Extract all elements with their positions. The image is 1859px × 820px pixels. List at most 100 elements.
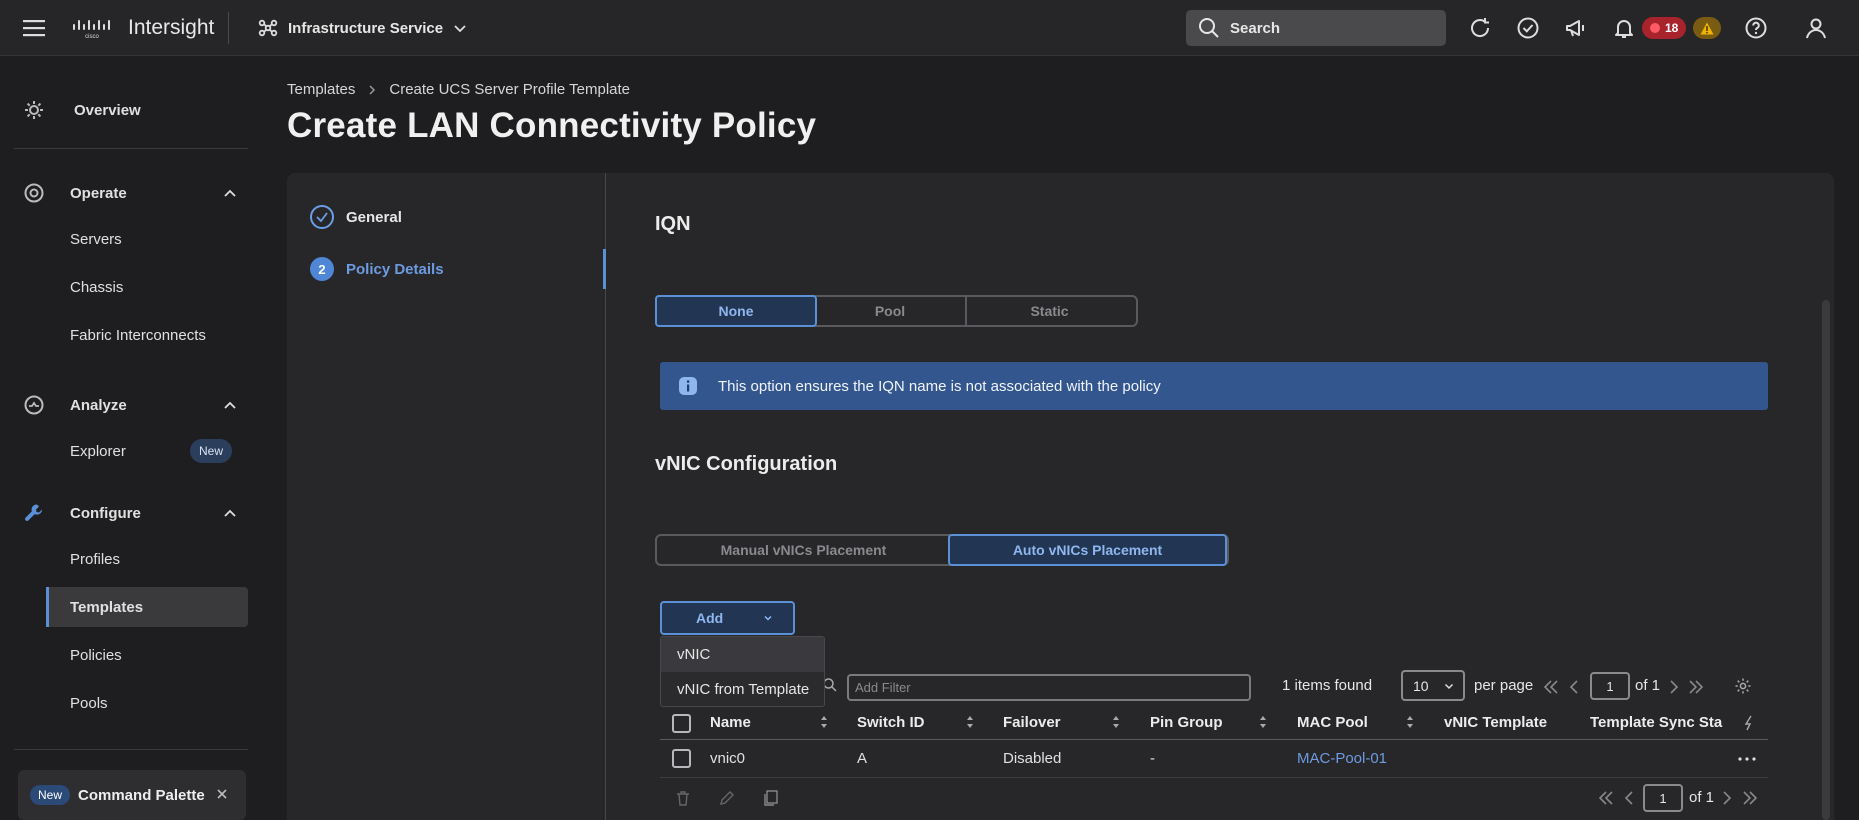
divider bbox=[14, 749, 248, 750]
sort-icon[interactable] bbox=[1259, 715, 1267, 729]
sidebar-section-configure[interactable]: Configure bbox=[0, 499, 262, 527]
sidebar-item-chassis[interactable]: Chassis bbox=[0, 275, 262, 299]
menu-item-vnic[interactable]: vNIC bbox=[661, 637, 824, 672]
sidebar-item-pools[interactable]: Pools bbox=[0, 691, 262, 715]
footer-page-input[interactable]: 1 bbox=[1643, 784, 1683, 812]
sort-icon[interactable] bbox=[820, 715, 828, 729]
sidebar-item-policies[interactable]: Policies bbox=[0, 643, 262, 667]
placement-option-auto[interactable]: Auto vNICs Placement bbox=[948, 534, 1227, 566]
next-page-icon[interactable] bbox=[1718, 789, 1736, 807]
announcement-icon[interactable] bbox=[1564, 16, 1588, 40]
select-all-checkbox[interactable] bbox=[672, 714, 691, 733]
next-page-icon[interactable] bbox=[1665, 678, 1683, 696]
step-label: Policy Details bbox=[346, 260, 444, 278]
sidebar-label: Configure bbox=[70, 504, 141, 522]
step-general[interactable]: General bbox=[310, 205, 402, 229]
critical-alarms-badge[interactable]: 18 bbox=[1642, 17, 1687, 39]
sidebar-section-analyze[interactable]: Analyze bbox=[0, 391, 262, 419]
search-input[interactable]: Search bbox=[1186, 10, 1446, 46]
column-header-failover[interactable]: Failover bbox=[1003, 714, 1061, 731]
sidebar-item-explorer[interactable]: Explorer New bbox=[0, 439, 262, 463]
svg-text:cisco: cisco bbox=[85, 34, 99, 40]
menu-item-vnic-from-template[interactable]: vNIC from Template bbox=[661, 672, 824, 707]
sidebar-item-overview[interactable]: Overview bbox=[0, 96, 262, 124]
items-found: 1 items found bbox=[1282, 677, 1373, 694]
new-badge: New bbox=[190, 439, 233, 463]
sort-icon[interactable] bbox=[1406, 715, 1414, 729]
page-input[interactable]: 1 bbox=[1590, 672, 1630, 700]
column-header-vnic-template[interactable]: vNIC Template bbox=[1444, 714, 1547, 731]
tasks-check-icon[interactable] bbox=[1516, 16, 1540, 40]
step-policy-details[interactable]: 2 Policy Details bbox=[310, 257, 444, 281]
sidebar-label: Templates bbox=[70, 598, 144, 616]
sidebar-label: Chassis bbox=[70, 278, 124, 296]
table-settings-gear-icon[interactable] bbox=[1734, 677, 1752, 695]
sidebar-item-profiles[interactable]: Profiles bbox=[0, 547, 262, 571]
add-label: Add bbox=[696, 610, 724, 626]
iqn-segmented-control: None Pool Static bbox=[655, 295, 1138, 327]
iqn-option-pool[interactable]: Pool bbox=[815, 297, 967, 325]
per-page-select[interactable]: 10 bbox=[1401, 670, 1465, 701]
add-filter-input[interactable]: Add Filter bbox=[847, 674, 1251, 701]
top-bar: cisco Intersight Infrastructure Service … bbox=[0, 0, 1859, 56]
refresh-icon[interactable] bbox=[1468, 16, 1492, 40]
column-header-pin-group[interactable]: Pin Group bbox=[1150, 714, 1223, 731]
sidebar-item-fabric-interconnects[interactable]: Fabric Interconnects bbox=[0, 323, 262, 347]
table-row[interactable]: vnic0 A Disabled - MAC-Pool-01 bbox=[660, 741, 1768, 778]
sidebar-item-servers[interactable]: Servers bbox=[0, 227, 262, 251]
column-header-switch-id[interactable]: Switch ID bbox=[857, 714, 925, 731]
chevron-down-icon bbox=[762, 612, 774, 624]
footer-page-of: of 1 bbox=[1689, 789, 1715, 806]
user-icon[interactable] bbox=[1804, 16, 1828, 40]
prev-page-icon[interactable] bbox=[1565, 678, 1583, 696]
new-badge: New bbox=[30, 785, 71, 805]
column-resize-icon[interactable] bbox=[1742, 715, 1756, 731]
info-banner: This option ensures the IQN name is not … bbox=[660, 362, 1768, 410]
close-icon[interactable] bbox=[216, 788, 228, 800]
sort-icon[interactable] bbox=[1112, 715, 1120, 729]
edit-pencil-icon[interactable] bbox=[718, 789, 736, 807]
delete-icon[interactable] bbox=[674, 789, 692, 807]
add-button[interactable]: Add bbox=[660, 601, 795, 635]
search-placeholder: Search bbox=[1230, 19, 1281, 37]
last-page-icon[interactable] bbox=[1687, 678, 1705, 696]
sidebar-section-operate[interactable]: Operate bbox=[0, 179, 262, 207]
sidebar-item-templates[interactable]: Templates bbox=[0, 595, 262, 619]
sort-icon[interactable] bbox=[966, 715, 974, 729]
first-page-icon[interactable] bbox=[1597, 789, 1615, 807]
step-number: 2 bbox=[310, 257, 334, 281]
prev-page-icon[interactable] bbox=[1620, 789, 1638, 807]
chevron-down-icon bbox=[453, 21, 467, 35]
check-icon bbox=[310, 205, 334, 229]
last-page-icon[interactable] bbox=[1741, 789, 1759, 807]
breadcrumb: Templates Create UCS Server Profile Temp… bbox=[287, 81, 630, 98]
row-actions-ellipsis-icon[interactable] bbox=[1738, 757, 1756, 761]
command-palette[interactable]: New Command Palette bbox=[18, 770, 246, 820]
operate-icon bbox=[22, 181, 46, 205]
alarm-critical-icon bbox=[1650, 23, 1660, 33]
bell-icon[interactable] bbox=[1612, 16, 1636, 40]
cell-mac-pool-link[interactable]: MAC-Pool-01 bbox=[1297, 750, 1387, 767]
table-header: Name Switch ID Failover Pin Group MAC Po… bbox=[660, 706, 1768, 740]
placement-option-manual[interactable]: Manual vNICs Placement bbox=[657, 536, 950, 564]
scrollbar[interactable] bbox=[1822, 300, 1830, 820]
iqn-option-static[interactable]: Static bbox=[967, 297, 1132, 325]
menu-icon[interactable] bbox=[22, 18, 46, 38]
breadcrumb-create-profile-template[interactable]: Create UCS Server Profile Template bbox=[389, 81, 630, 98]
clone-icon[interactable] bbox=[762, 789, 780, 807]
column-header-mac-pool[interactable]: MAC Pool bbox=[1297, 714, 1368, 731]
cell-name: vnic0 bbox=[710, 750, 746, 767]
chevron-up-icon bbox=[222, 185, 238, 201]
service-switcher[interactable]: Infrastructure Service bbox=[258, 16, 467, 40]
vnic-placement-control: Manual vNICs Placement Auto vNICs Placem… bbox=[655, 534, 1229, 566]
row-checkbox[interactable] bbox=[672, 749, 691, 768]
first-page-icon[interactable] bbox=[1542, 678, 1560, 696]
warning-alarms-badge[interactable] bbox=[1693, 17, 1721, 39]
column-header-template-sync-status[interactable]: Template Sync Sta bbox=[1590, 714, 1724, 731]
sidebar-label: Pools bbox=[70, 694, 108, 712]
breadcrumb-templates[interactable]: Templates bbox=[287, 81, 355, 98]
warning-icon bbox=[1700, 22, 1714, 35]
iqn-option-none[interactable]: None bbox=[655, 295, 817, 327]
column-header-name[interactable]: Name bbox=[710, 714, 751, 731]
help-icon[interactable] bbox=[1744, 16, 1768, 40]
